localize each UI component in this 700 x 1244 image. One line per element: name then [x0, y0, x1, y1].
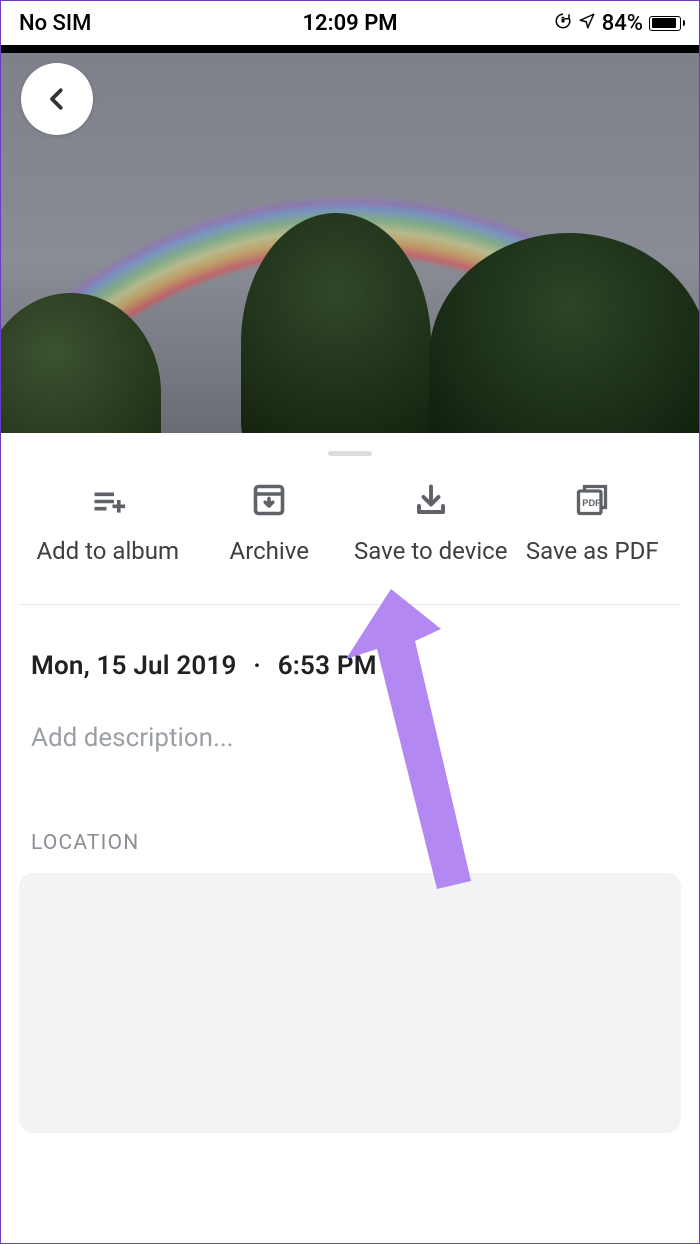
battery-percent: 84% [602, 11, 643, 36]
playlist-add-icon [90, 482, 126, 518]
pdf-icon: PDF [574, 482, 610, 518]
action-label: Archive [230, 536, 309, 566]
status-bar: No SIM 12:09 PM 84% [1, 1, 699, 45]
save-as-pdf-button[interactable]: PDF Save as PDF [512, 482, 674, 566]
action-label: Save to device [354, 536, 507, 566]
location-section-label: LOCATION [31, 831, 669, 855]
archive-button[interactable]: Archive [189, 482, 351, 566]
carrier-label: No SIM [19, 11, 240, 36]
clock-time: 12:09 PM [240, 11, 461, 36]
location-arrow-icon [578, 11, 596, 36]
chevron-left-icon [42, 84, 72, 114]
back-button[interactable] [21, 63, 93, 135]
photo-time: 6:53 PM [278, 651, 377, 681]
date-time-row[interactable]: Mon, 15 Jul 2019 · 6:53 PM [31, 651, 669, 681]
photo-info-sheet[interactable]: Add to album Archive Save to device PDF … [1, 433, 699, 1243]
description-input[interactable]: Add description... [31, 723, 669, 753]
separator-bar [1, 45, 699, 53]
photo-date: Mon, 15 Jul 2019 [31, 651, 237, 681]
add-to-album-button[interactable]: Add to album [27, 482, 189, 566]
rotation-lock-icon [554, 11, 572, 36]
svg-text:PDF: PDF [583, 498, 602, 508]
action-label: Add to album [36, 536, 179, 566]
action-row: Add to album Archive Save to device PDF … [19, 482, 681, 605]
sheet-grabber[interactable] [328, 451, 372, 456]
location-map-placeholder[interactable] [19, 873, 681, 1133]
save-to-device-button[interactable]: Save to device [350, 482, 512, 566]
photo-preview[interactable] [1, 53, 699, 433]
status-right-icons: 84% [460, 11, 681, 36]
archive-icon [251, 482, 287, 518]
action-label: Save as PDF [526, 536, 659, 566]
battery-icon [649, 16, 681, 31]
download-icon [413, 482, 449, 518]
separator-dot: · [253, 651, 261, 681]
